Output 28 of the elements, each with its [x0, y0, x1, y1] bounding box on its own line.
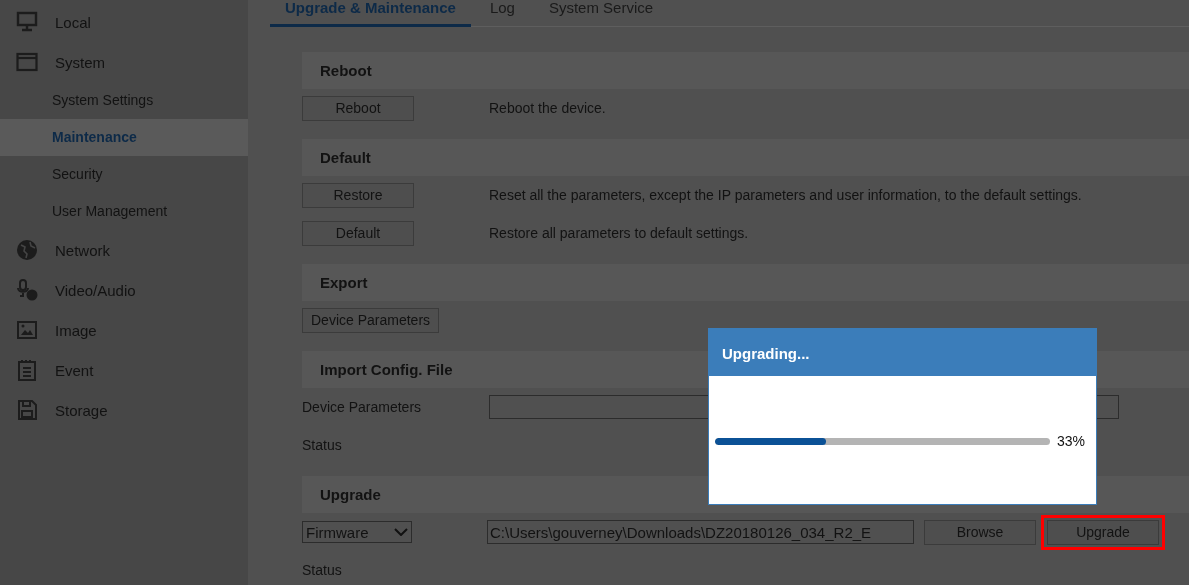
browse-button[interactable]: Browse: [924, 519, 1036, 545]
microphone-icon: [16, 279, 38, 301]
description-text: Reboot the device.: [489, 100, 606, 116]
section-header: Export: [302, 264, 1189, 301]
action-button[interactable]: Default: [302, 220, 414, 246]
sidebar-subitem[interactable]: Maintenance: [0, 119, 248, 156]
dialog-title: Upgrading...: [709, 329, 1096, 376]
description-text: Reset all the parameters, except the IP parameters and user information, to the default settings.: [489, 187, 1082, 203]
type-dropdown[interactable]: Firmware: [302, 521, 412, 543]
action-button[interactable]: Restore: [302, 182, 414, 208]
status-label: Status: [302, 437, 343, 453]
description-text: Restore all parameters to default settings.: [489, 225, 749, 241]
list-icon: [16, 359, 38, 381]
action-button[interactable]: Reboot: [302, 95, 414, 121]
monitor-icon: [16, 11, 38, 33]
section-header: Default: [302, 139, 1189, 176]
status-label: Status: [302, 562, 343, 578]
window-icon: [16, 51, 38, 73]
tab[interactable]: Upgrade & Maintenance: [270, 0, 471, 27]
upgrade-button[interactable]: Upgrade: [1047, 519, 1159, 545]
file-path-field[interactable]: C:\Users\gouverney\Downloads\DZ20180126_034_R2_E: [487, 520, 914, 544]
image-icon: [16, 319, 38, 341]
chevron-down-icon: [394, 528, 408, 536]
section-header: Reboot: [302, 52, 1189, 89]
globe-icon: [16, 239, 38, 261]
progress-reading: 33%: [1057, 433, 1086, 449]
field-label: Device Parameters: [302, 399, 423, 415]
action-button[interactable]: Device Parameters: [302, 307, 440, 333]
